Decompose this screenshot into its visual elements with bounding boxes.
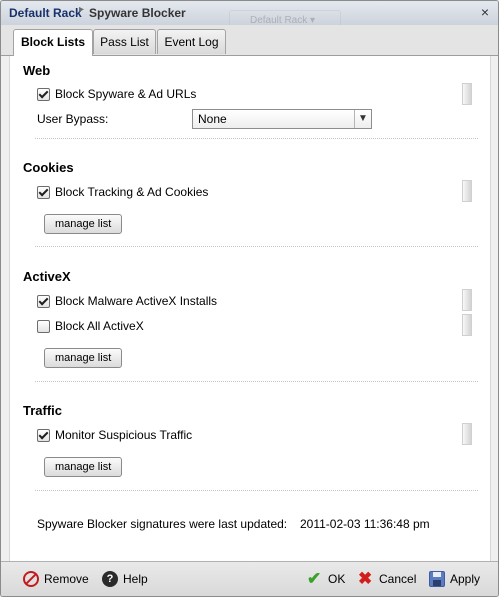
- title-bar: Default Rack ▾ Default Rack ▸ Spyware Bl…: [1, 1, 498, 32]
- block-urls-checkbox[interactable]: [37, 87, 50, 101]
- remove-button[interactable]: Remove: [23, 570, 89, 588]
- section-divider: [35, 246, 478, 247]
- remove-icon: [23, 571, 39, 587]
- user-bypass-value: None: [198, 112, 227, 126]
- breadcrumb-rack-link[interactable]: Default Rack: [9, 6, 82, 20]
- activex-manage-list-button[interactable]: manage list: [44, 348, 123, 368]
- help-button[interactable]: ? Help: [102, 570, 148, 588]
- block-all-activex-status-indicator: [462, 314, 472, 336]
- block-cookies-status-indicator: [462, 180, 472, 202]
- cookies-manage-list-button[interactable]: manage list: [44, 214, 123, 234]
- section-divider: [35, 490, 478, 491]
- section-title-traffic: Traffic: [23, 403, 63, 418]
- tab-strip: Block Lists Pass List Event Log: [1, 25, 498, 56]
- signatures-updated-value: 2011-02-03 11:36:48 pm: [300, 517, 430, 531]
- remove-label: Remove: [44, 572, 89, 586]
- cancel-label: Cancel: [379, 572, 417, 586]
- user-bypass-select[interactable]: None ▼: [192, 109, 372, 129]
- breadcrumb-separator-icon: ▸: [79, 4, 85, 15]
- chevron-down-icon: ▼: [354, 110, 371, 128]
- block-all-activex-label: Block All ActiveX: [55, 319, 144, 333]
- x-icon: ✖: [358, 569, 373, 588]
- tab-pass-list[interactable]: Pass List: [93, 29, 156, 54]
- section-divider: [35, 138, 478, 139]
- signatures-updated-label: Spyware Blocker signatures were last upd…: [37, 517, 288, 531]
- help-icon: ?: [102, 571, 118, 587]
- block-malware-activex-checkbox-row[interactable]: Block Malware ActiveX Installs: [37, 293, 217, 309]
- traffic-manage-list-button[interactable]: manage list: [44, 457, 123, 477]
- ok-button[interactable]: ✔ OK: [307, 570, 345, 588]
- monitor-traffic-status-indicator: [462, 423, 472, 445]
- save-disk-icon: [429, 571, 445, 587]
- section-title-web: Web: [23, 63, 51, 78]
- block-cookies-label: Block Tracking & Ad Cookies: [55, 185, 209, 199]
- section-title-activex: ActiveX: [23, 269, 71, 284]
- breadcrumb-current: Spyware Blocker: [89, 6, 186, 20]
- block-urls-label: Block Spyware & Ad URLs: [55, 87, 197, 101]
- apply-button[interactable]: Apply: [429, 570, 480, 588]
- ok-label: OK: [328, 572, 346, 586]
- block-all-activex-checkbox[interactable]: [37, 319, 50, 333]
- user-bypass-label: User Bypass:: [37, 112, 109, 126]
- block-urls-checkbox-row[interactable]: Block Spyware & Ad URLs: [37, 86, 196, 102]
- tab-event-log[interactable]: Event Log: [157, 29, 226, 54]
- monitor-traffic-checkbox[interactable]: [37, 428, 50, 442]
- tab-block-lists[interactable]: Block Lists: [13, 29, 93, 56]
- monitor-traffic-label: Monitor Suspicious Traffic: [55, 428, 193, 442]
- block-lists-panel: Web Block Spyware & Ad URLs User Bypass:…: [9, 56, 491, 561]
- block-urls-status-indicator: [462, 83, 472, 105]
- section-title-cookies: Cookies: [23, 160, 74, 175]
- checkmark-icon: ✔: [307, 569, 322, 588]
- cancel-button[interactable]: ✖ Cancel: [358, 570, 416, 588]
- monitor-traffic-checkbox-row[interactable]: Monitor Suspicious Traffic: [37, 427, 192, 443]
- block-cookies-checkbox[interactable]: [37, 185, 50, 199]
- help-label: Help: [123, 572, 148, 586]
- block-malware-activex-status-indicator: [462, 289, 472, 311]
- block-malware-activex-checkbox[interactable]: [37, 294, 50, 308]
- section-divider: [35, 381, 478, 382]
- block-cookies-checkbox-row[interactable]: Block Tracking & Ad Cookies: [37, 184, 208, 200]
- spyware-blocker-window: Default Rack ▾ Default Rack ▸ Spyware Bl…: [0, 0, 499, 597]
- close-icon[interactable]: ×: [478, 5, 492, 19]
- block-all-activex-checkbox-row[interactable]: Block All ActiveX: [37, 318, 144, 334]
- block-malware-activex-label: Block Malware ActiveX Installs: [55, 294, 218, 308]
- apply-label: Apply: [450, 572, 481, 586]
- dialog-footer: Remove ? Help ✔ OK ✖ Cancel Apply: [1, 561, 498, 596]
